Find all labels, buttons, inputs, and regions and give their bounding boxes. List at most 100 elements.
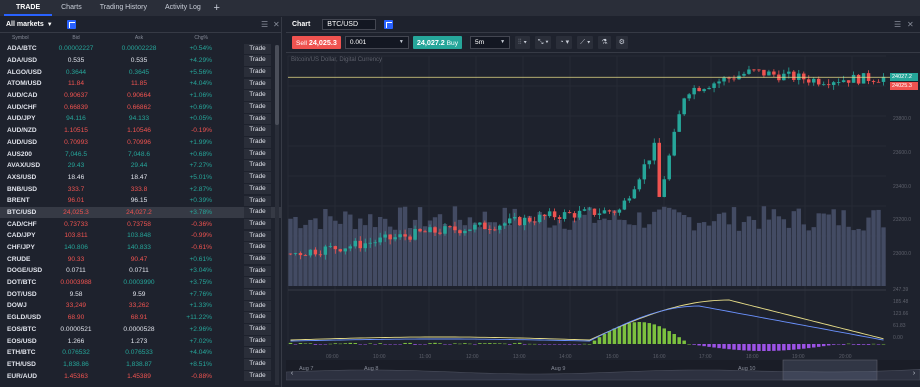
market-row[interactable]: AUD/CAD 0.90637 0.90664 +1.06% Trade xyxy=(0,90,281,102)
buy-button[interactable]: 24,027.2 Buy xyxy=(412,36,463,49)
trade-button[interactable]: Trade xyxy=(244,113,271,125)
market-row[interactable]: CAD/CHF 0.73733 0.73758 -0.36% Trade xyxy=(0,218,281,230)
price-chart[interactable] xyxy=(286,54,920,387)
tab-activity-log[interactable]: Activity Log xyxy=(156,0,210,16)
trade-button[interactable]: Trade xyxy=(244,300,271,312)
chart-type-icon[interactable]: ⫶⫶ ▾ xyxy=(515,36,530,49)
scrollbar-thumb[interactable] xyxy=(275,45,279,125)
tab-charts[interactable]: Charts xyxy=(52,0,91,16)
trade-button[interactable]: Trade xyxy=(244,324,271,335)
market-row[interactable]: DOWJ 33,249 33,262 +1.33% Trade xyxy=(0,300,281,312)
trade-button[interactable]: Trade xyxy=(244,359,271,370)
bid-cell: 103.811 xyxy=(64,232,88,240)
col-symbol[interactable]: Symbol xyxy=(0,35,44,41)
menu-icon[interactable]: ☰ xyxy=(261,21,268,29)
draw-line-icon[interactable]: ⟋ ▾ xyxy=(577,36,594,49)
col-chg[interactable]: Chg% xyxy=(170,35,238,41)
trade-button[interactable]: Trade xyxy=(244,265,271,277)
trade-button[interactable]: Trade xyxy=(244,335,271,347)
trade-button[interactable]: Trade xyxy=(244,218,271,230)
trade-button[interactable]: Trade xyxy=(244,289,271,300)
col-bid[interactable]: Bid xyxy=(44,35,108,41)
symbol-input[interactable]: BTC/USD xyxy=(322,19,377,30)
trade-button[interactable]: Trade xyxy=(244,102,271,113)
trade-button[interactable]: Trade xyxy=(244,148,271,160)
chevron-left-icon[interactable]: ‹ xyxy=(288,370,296,378)
market-row[interactable]: BRENT 96.01 96.15 +0.39% Trade xyxy=(0,195,281,207)
market-row[interactable]: DOT/BTC 0.0003988 0.0003990 +3.75% Trade xyxy=(0,277,281,289)
trade-button[interactable]: Trade xyxy=(244,207,271,218)
market-row[interactable]: AUD/NZD 1.10515 1.10546 -0.19% Trade xyxy=(0,125,281,137)
tab-trading-history[interactable]: Trading History xyxy=(91,0,156,16)
market-row[interactable]: AUD/JPY 94.116 94.133 +0.05% Trade xyxy=(0,113,281,125)
market-row[interactable]: CAD/JPY 103.811 103.848 -0.99% Trade xyxy=(0,230,281,242)
macd-bar xyxy=(816,344,821,347)
market-row[interactable]: AXS/USD 18.46 18.47 +5.01% Trade xyxy=(0,172,281,184)
market-row[interactable]: EGLD/USD 68.90 68.91 +11.22% Trade xyxy=(0,312,281,324)
market-row[interactable]: AUS200 7,046.5 7,048.6 +0.68% Trade xyxy=(0,148,281,160)
trade-button[interactable]: Trade xyxy=(244,183,271,195)
link-icon[interactable] xyxy=(66,20,76,29)
market-row[interactable]: CHF/JPY 140.806 140.833 -0.61% Trade xyxy=(0,242,281,254)
chevron-down-icon[interactable]: ▼ xyxy=(47,22,53,28)
trade-button[interactable]: Trade xyxy=(244,66,271,78)
market-row[interactable]: AUD/USD 0.70993 0.70996 +1.99% Trade xyxy=(0,137,281,149)
trade-button[interactable]: Trade xyxy=(244,370,271,382)
chart-area[interactable]: Bitcoin/US Dollar, Digital Currency 2402… xyxy=(286,54,920,387)
close-icon[interactable]: ✕ xyxy=(907,21,914,29)
trade-button[interactable]: Trade xyxy=(244,253,271,265)
gear-icon[interactable]: ⚙ xyxy=(615,36,628,49)
macd-bar xyxy=(438,343,442,344)
link-icon[interactable] xyxy=(384,20,394,29)
tab-trade[interactable]: TRADE xyxy=(4,0,53,16)
trade-button[interactable]: Trade xyxy=(244,55,271,66)
market-row[interactable]: ETH/BTC 0.076532 0.076533 +4.04% Trade xyxy=(0,347,281,359)
close-icon[interactable]: ✕ xyxy=(273,21,280,29)
market-row[interactable]: DOT/USD 9.58 9.59 +7.76% Trade xyxy=(0,288,281,300)
trade-button[interactable]: Trade xyxy=(244,172,271,183)
market-row[interactable]: EUR/AUD 1.45363 1.45389 -0.88% Trade xyxy=(0,370,281,382)
macd-bar xyxy=(448,344,452,345)
menu-icon[interactable]: ☰ xyxy=(894,21,901,29)
flask-icon[interactable]: ⚗ xyxy=(598,36,611,49)
market-row[interactable]: AUD/CHF 0.66839 0.66862 +0.69% Trade xyxy=(0,101,281,113)
plus-icon[interactable]: + xyxy=(210,0,224,16)
market-row[interactable]: BNB/USD 333.7 333.8 +2.87% Trade xyxy=(0,183,281,195)
trade-button[interactable]: Trade xyxy=(244,160,271,171)
scrollbar[interactable] xyxy=(275,45,279,385)
trade-button[interactable]: Trade xyxy=(244,90,271,101)
indicator-tick: 61.83 xyxy=(893,323,906,329)
market-row[interactable]: AVAX/USD 29.43 29.44 +7.27% Trade xyxy=(0,160,281,172)
trade-button[interactable]: Trade xyxy=(244,195,271,207)
clock-icon[interactable]: ◔ ▾ xyxy=(556,36,573,49)
timeframe-select[interactable]: 5m ▼ xyxy=(470,36,511,49)
trade-button[interactable]: Trade xyxy=(244,347,271,358)
market-row[interactable]: BTC/USD 24,025.3 24,027.2 +3.78% Trade xyxy=(0,206,281,219)
trade-button[interactable]: Trade xyxy=(244,125,271,136)
market-row[interactable]: EOS/BTC 0.0000521 0.0000528 +2.96% Trade xyxy=(0,324,281,336)
market-row[interactable]: DOGE/USD 0.0711 0.0711 +3.04% Trade xyxy=(0,265,281,277)
macd-bar xyxy=(473,344,477,345)
market-row[interactable]: ADA/BTC 0.00002227 0.00002228 +0.54% Trade xyxy=(0,43,281,55)
trade-button[interactable]: Trade xyxy=(244,43,271,55)
trade-button[interactable]: Trade xyxy=(244,277,271,288)
trade-button[interactable]: Trade xyxy=(244,137,271,148)
market-row[interactable]: ETH/USD 1,838.86 1,838.87 +8.51% Trade xyxy=(0,359,281,371)
quantity-field[interactable]: 0.001 ▼ xyxy=(344,36,409,49)
indicators-icon[interactable]: ⤡ ▾ xyxy=(534,36,552,49)
trade-button[interactable]: Trade xyxy=(244,312,271,323)
market-row[interactable]: ADA/USD 0.535 0.535 +4.29% Trade xyxy=(0,55,281,67)
market-row[interactable]: ALGO/USD 0.3644 0.3645 +5.56% Trade xyxy=(0,66,281,78)
market-row[interactable]: ATOM/USD 11.84 11.85 +4.04% Trade xyxy=(0,78,281,90)
bid-cell: 0.0711 xyxy=(66,267,86,275)
market-row[interactable]: EOS/USD 1.266 1.273 +7.02% Trade xyxy=(0,335,281,347)
market-filter-label[interactable]: All markets xyxy=(6,21,44,28)
trade-button[interactable]: Trade xyxy=(244,242,271,253)
sell-button[interactable]: Sell 24,025.3 xyxy=(292,36,341,49)
trade-button[interactable]: Trade xyxy=(244,230,271,242)
chevron-right-icon[interactable]: › xyxy=(910,370,918,378)
trade-button[interactable]: Trade xyxy=(244,78,271,90)
col-ask[interactable]: Ask xyxy=(108,35,170,41)
change-cell: +3.04% xyxy=(189,267,212,275)
market-row[interactable]: CRUDE 90.33 90.47 +0.61% Trade xyxy=(0,253,281,265)
